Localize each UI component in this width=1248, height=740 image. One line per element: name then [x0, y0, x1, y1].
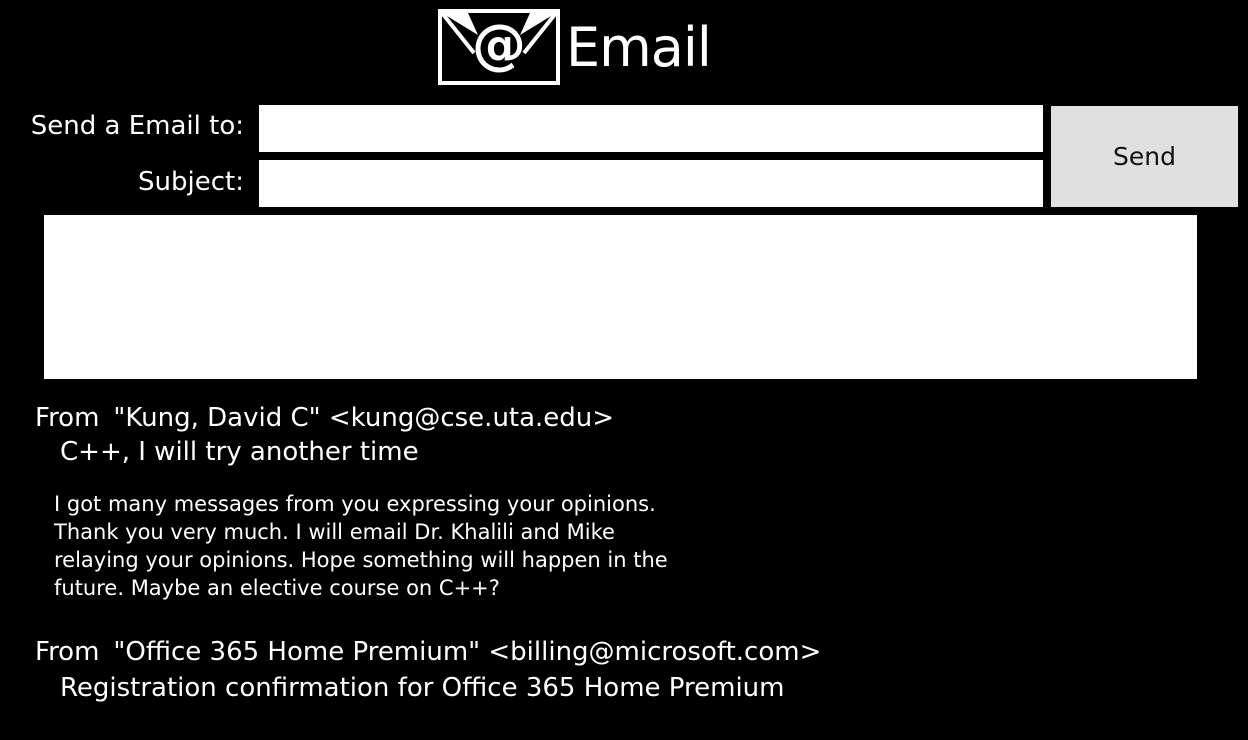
from-prefix: From	[35, 637, 100, 667]
message-subject[interactable]: C++, I will try another time	[60, 436, 419, 468]
from-address: "Kung, David C" <kung@cse.uta.edu>	[113, 403, 615, 433]
message-body-line: Thank you very much. I will email Dr. Kh…	[54, 520, 615, 544]
message-body-input[interactable]	[44, 215, 1197, 379]
message-body-line: I got many messages from you expressing …	[54, 492, 656, 516]
recipient-label: Send a Email to:	[30, 111, 244, 141]
message-body-line: future. Maybe an elective course on C++?	[54, 576, 500, 600]
message-from[interactable]: From "Office 365 Home Premium" <billing@m…	[35, 636, 821, 668]
message-body: I got many messages from you expressing …	[54, 490, 668, 602]
email-at-icon: @	[438, 9, 560, 85]
message-subject[interactable]: Registration confirmation for Office 365…	[60, 672, 784, 704]
app-header: @ Email	[0, 0, 1248, 96]
from-address: "Office 365 Home Premium" <billing@micro…	[113, 637, 822, 667]
subject-label: Subject:	[138, 167, 244, 197]
recipient-input[interactable]	[259, 105, 1043, 152]
subject-input[interactable]	[259, 160, 1043, 207]
page-title: Email	[566, 16, 712, 79]
message-body-line: relaying your opinions. Hope something w…	[54, 548, 668, 572]
from-prefix: From	[35, 403, 100, 433]
message-from[interactable]: From "Kung, David C" <kung@cse.uta.edu>	[35, 402, 614, 434]
send-button[interactable]: Send	[1051, 106, 1238, 207]
svg-text:@: @	[472, 13, 526, 76]
